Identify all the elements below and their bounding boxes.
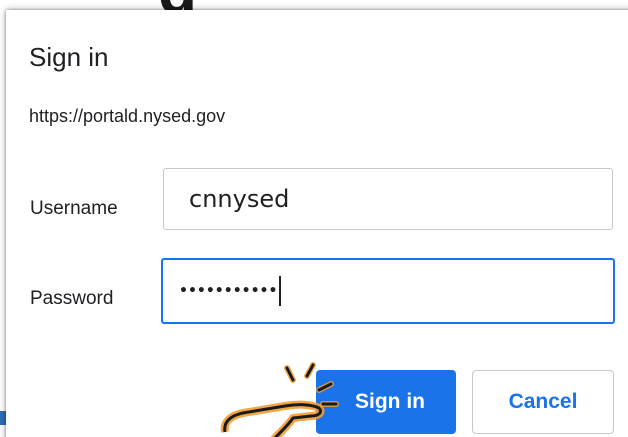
hand-pointer-icon <box>220 362 339 437</box>
dialog-title: Sign in <box>29 42 109 72</box>
username-field[interactable]: cnnysed <box>163 168 613 230</box>
password-label: Password <box>30 288 114 309</box>
screenshot: g Sign in https://portald.nysed.gov User… <box>0 0 628 437</box>
password-masked-value: ••••••••••• <box>179 283 278 299</box>
password-field[interactable]: ••••••••••• <box>161 258 615 324</box>
text-caret <box>279 276 282 306</box>
cancel-button[interactable]: Cancel <box>472 370 614 434</box>
username-value: cnnysed <box>189 185 290 213</box>
site-origin: https://portald.nysed.gov <box>29 106 226 126</box>
username-label: Username <box>30 198 118 219</box>
